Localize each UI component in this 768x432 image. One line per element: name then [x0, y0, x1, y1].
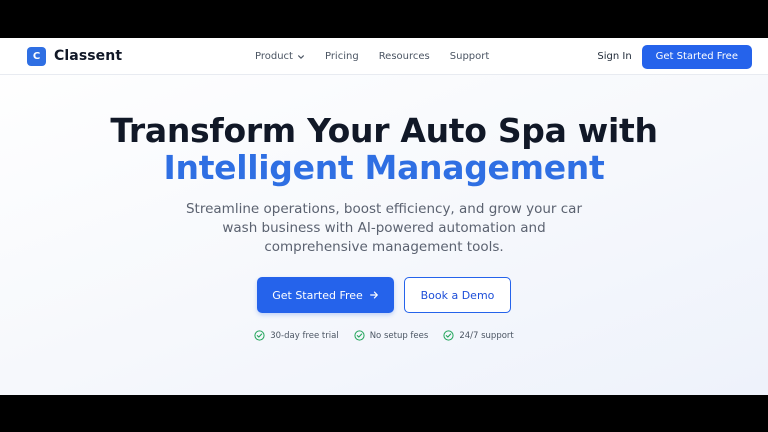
get-started-label: Get Started Free [272, 288, 363, 302]
hero-title-accent: Intelligent Management [163, 148, 605, 187]
page-frame: C Classent Product Pricing Resources Sup… [0, 38, 768, 395]
book-demo-button[interactable]: Book a Demo [404, 277, 511, 313]
nav-links: Product Pricing Resources Support [255, 38, 489, 75]
check-circle-icon [443, 330, 454, 341]
feature-item: 24/7 support [443, 330, 514, 341]
feature-label: 30-day free trial [270, 330, 339, 341]
nav-get-started-button[interactable]: Get Started Free [641, 44, 752, 69]
sign-in-link[interactable]: Sign In [597, 51, 631, 62]
nav-link-resources[interactable]: Resources [379, 51, 430, 62]
arrow-right-icon [369, 291, 378, 299]
brand-logo: C [27, 46, 46, 66]
nav-link-label: Support [449, 51, 490, 62]
nav-link-label: Product [255, 51, 293, 62]
hero-title: Transform Your Auto Spa with Intelligent… [0, 112, 768, 186]
chevron-down-icon [298, 54, 304, 59]
check-circle-icon [254, 330, 265, 341]
hero: Transform Your Auto Spa with Intelligent… [0, 112, 768, 341]
nav-actions: Sign In Get Started Free [597, 38, 752, 75]
feature-label: No setup fees [369, 330, 429, 341]
hero-title-line1: Transform Your Auto Spa with [110, 111, 658, 150]
get-started-button[interactable]: Get Started Free [257, 277, 394, 313]
feature-item: No setup fees [354, 330, 429, 341]
nav-link-product[interactable]: Product [255, 51, 305, 62]
hero-subtitle: Streamline operations, boost efficiency,… [185, 201, 583, 255]
nav-link-support[interactable]: Support [450, 51, 490, 62]
brand-name: Classent [54, 48, 123, 64]
check-circle-icon [354, 330, 365, 341]
feature-list: 30-day free trial No setup fees 24/7 sup… [0, 330, 768, 341]
nav-link-pricing[interactable]: Pricing [325, 51, 359, 62]
nav-link-label: Resources [378, 51, 430, 62]
feature-item: 30-day free trial [254, 330, 339, 341]
hero-ctas: Get Started Free Book a Demo [0, 277, 768, 313]
navbar: C Classent Product Pricing Resources Sup… [0, 38, 768, 75]
nav-link-label: Pricing [324, 51, 359, 62]
brand[interactable]: C Classent [27, 46, 123, 66]
feature-label: 24/7 support [459, 330, 514, 341]
